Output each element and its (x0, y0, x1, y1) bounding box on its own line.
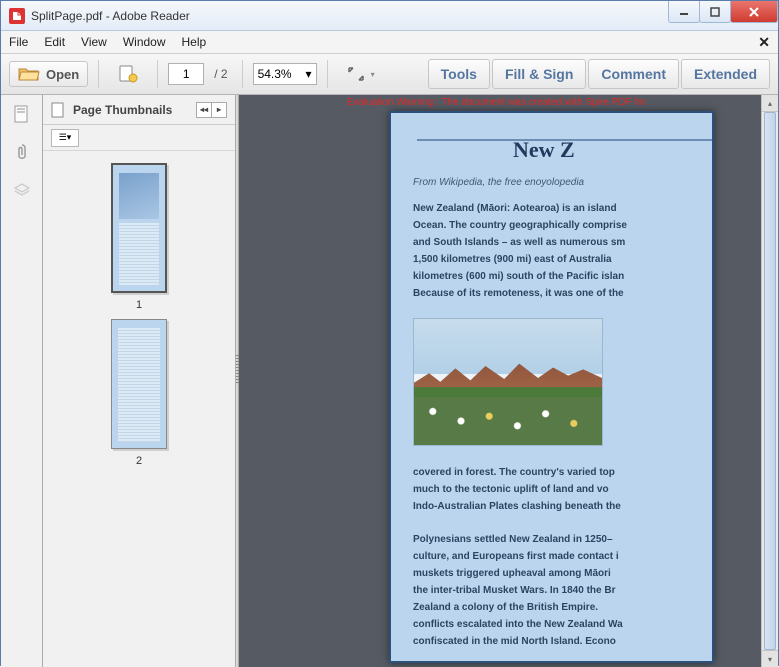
thumbnails-nav: ◂◂ ▸ (197, 102, 227, 118)
minimize-button[interactable] (668, 1, 700, 23)
thumbnail-label: 2 (111, 455, 167, 467)
open-label: Open (46, 67, 79, 82)
extended-button[interactable]: Extended (681, 59, 770, 89)
chevron-down-icon: ▾ (306, 67, 312, 81)
thumbnails-options-menu[interactable]: ☰▾ (51, 129, 79, 147)
separator (98, 60, 99, 88)
read-mode-button[interactable]: ▾ (338, 61, 384, 87)
document-subtitle: From Wikipedia, the free enoyolopedia (413, 177, 712, 188)
expand-icon (347, 66, 365, 82)
right-actions: Tools Fill & Sign Comment Extended (428, 59, 770, 89)
extended-label: Extended (694, 66, 757, 82)
menu-help[interactable]: Help (182, 35, 207, 49)
zoom-value: 54.3% (258, 67, 292, 81)
tools-button[interactable]: Tools (428, 59, 490, 89)
scroll-track[interactable] (762, 112, 778, 650)
open-button[interactable]: Open (9, 61, 88, 87)
titlebar: SplitPage.pdf - Adobe Reader (1, 1, 778, 31)
zoom-select[interactable]: 54.3% ▾ (253, 63, 317, 85)
page-number-input[interactable] (168, 63, 204, 85)
document-sun-icon (118, 65, 138, 83)
adobe-reader-icon (9, 8, 25, 24)
folder-open-icon (18, 66, 40, 82)
document-title: New Z (513, 137, 712, 163)
scroll-down-button[interactable]: ▾ (762, 650, 778, 667)
print-page-button[interactable] (109, 60, 147, 88)
separator (157, 60, 158, 88)
comment-label: Comment (601, 66, 666, 82)
fill-sign-label: Fill & Sign (505, 66, 573, 82)
toolbar: Open / 2 54.3% ▾ ▾ Tools Fill & Sign Com… (1, 53, 778, 95)
separator (327, 60, 328, 88)
document-image (413, 318, 603, 446)
thumbnail-item[interactable]: 1 (111, 163, 167, 311)
scroll-thumb[interactable] (764, 112, 776, 650)
menu-window[interactable]: Window (123, 35, 166, 49)
tools-label: Tools (441, 66, 477, 82)
thumbnails-options: ☰▾ (43, 125, 235, 151)
comment-button[interactable]: Comment (588, 59, 679, 89)
thumbnails-prev-button[interactable]: ◂◂ (196, 102, 212, 118)
chevron-down-icon: ▾ (371, 70, 375, 79)
thumbnail-label: 1 (111, 299, 167, 311)
menubar: File Edit View Window Help ✕ (1, 31, 778, 53)
window-controls (669, 1, 778, 30)
document-paragraph: New Zealand (Māori: Aotearoa) is an isla… (413, 200, 712, 302)
menu-edit[interactable]: Edit (44, 35, 65, 49)
close-button[interactable] (730, 1, 778, 23)
layers-tab[interactable] (11, 179, 33, 201)
thumbnails-next-button[interactable]: ▸ (211, 102, 227, 118)
thumbnail-page-2[interactable] (111, 319, 167, 449)
separator (242, 60, 243, 88)
page-thumbnails-panel: Page Thumbnails ◂◂ ▸ ☰▾ 1 2 (43, 95, 236, 667)
pdf-page: New Z From Wikipedia, the free enoyolope… (389, 111, 714, 663)
thumbnails-header: Page Thumbnails ◂◂ ▸ (43, 95, 235, 125)
page-icon (51, 102, 65, 118)
thumbnail-item[interactable]: 2 (111, 319, 167, 467)
document-paragraph: covered in forest. The country's varied … (413, 464, 712, 515)
document-paragraph: Polynesians settled New Zealand in 1250–… (413, 531, 712, 650)
thumbnails-list: 1 2 (43, 151, 235, 667)
window-title: SplitPage.pdf - Adobe Reader (31, 9, 669, 23)
navigation-pane-bar (1, 95, 43, 667)
document-viewport[interactable]: Evaluation Warning : The document was cr… (239, 95, 778, 667)
main-area: Page Thumbnails ◂◂ ▸ ☰▾ 1 2 (1, 95, 778, 667)
vertical-scrollbar[interactable]: ▴ ▾ (761, 95, 778, 667)
page-total-label: / 2 (214, 67, 227, 81)
maximize-button[interactable] (699, 1, 731, 23)
fill-sign-button[interactable]: Fill & Sign (492, 59, 586, 89)
thumbnail-page-1[interactable] (111, 163, 167, 293)
menu-file[interactable]: File (9, 35, 28, 49)
page-thumbnails-tab[interactable] (11, 103, 33, 125)
menu-view[interactable]: View (81, 35, 107, 49)
evaluation-warning: Evaluation Warning : The document was cr… (347, 97, 778, 108)
thumbnails-title: Page Thumbnails (73, 103, 172, 117)
scroll-up-button[interactable]: ▴ (762, 95, 778, 112)
document-close-button[interactable]: ✕ (758, 34, 770, 51)
attachments-tab[interactable] (11, 141, 33, 163)
